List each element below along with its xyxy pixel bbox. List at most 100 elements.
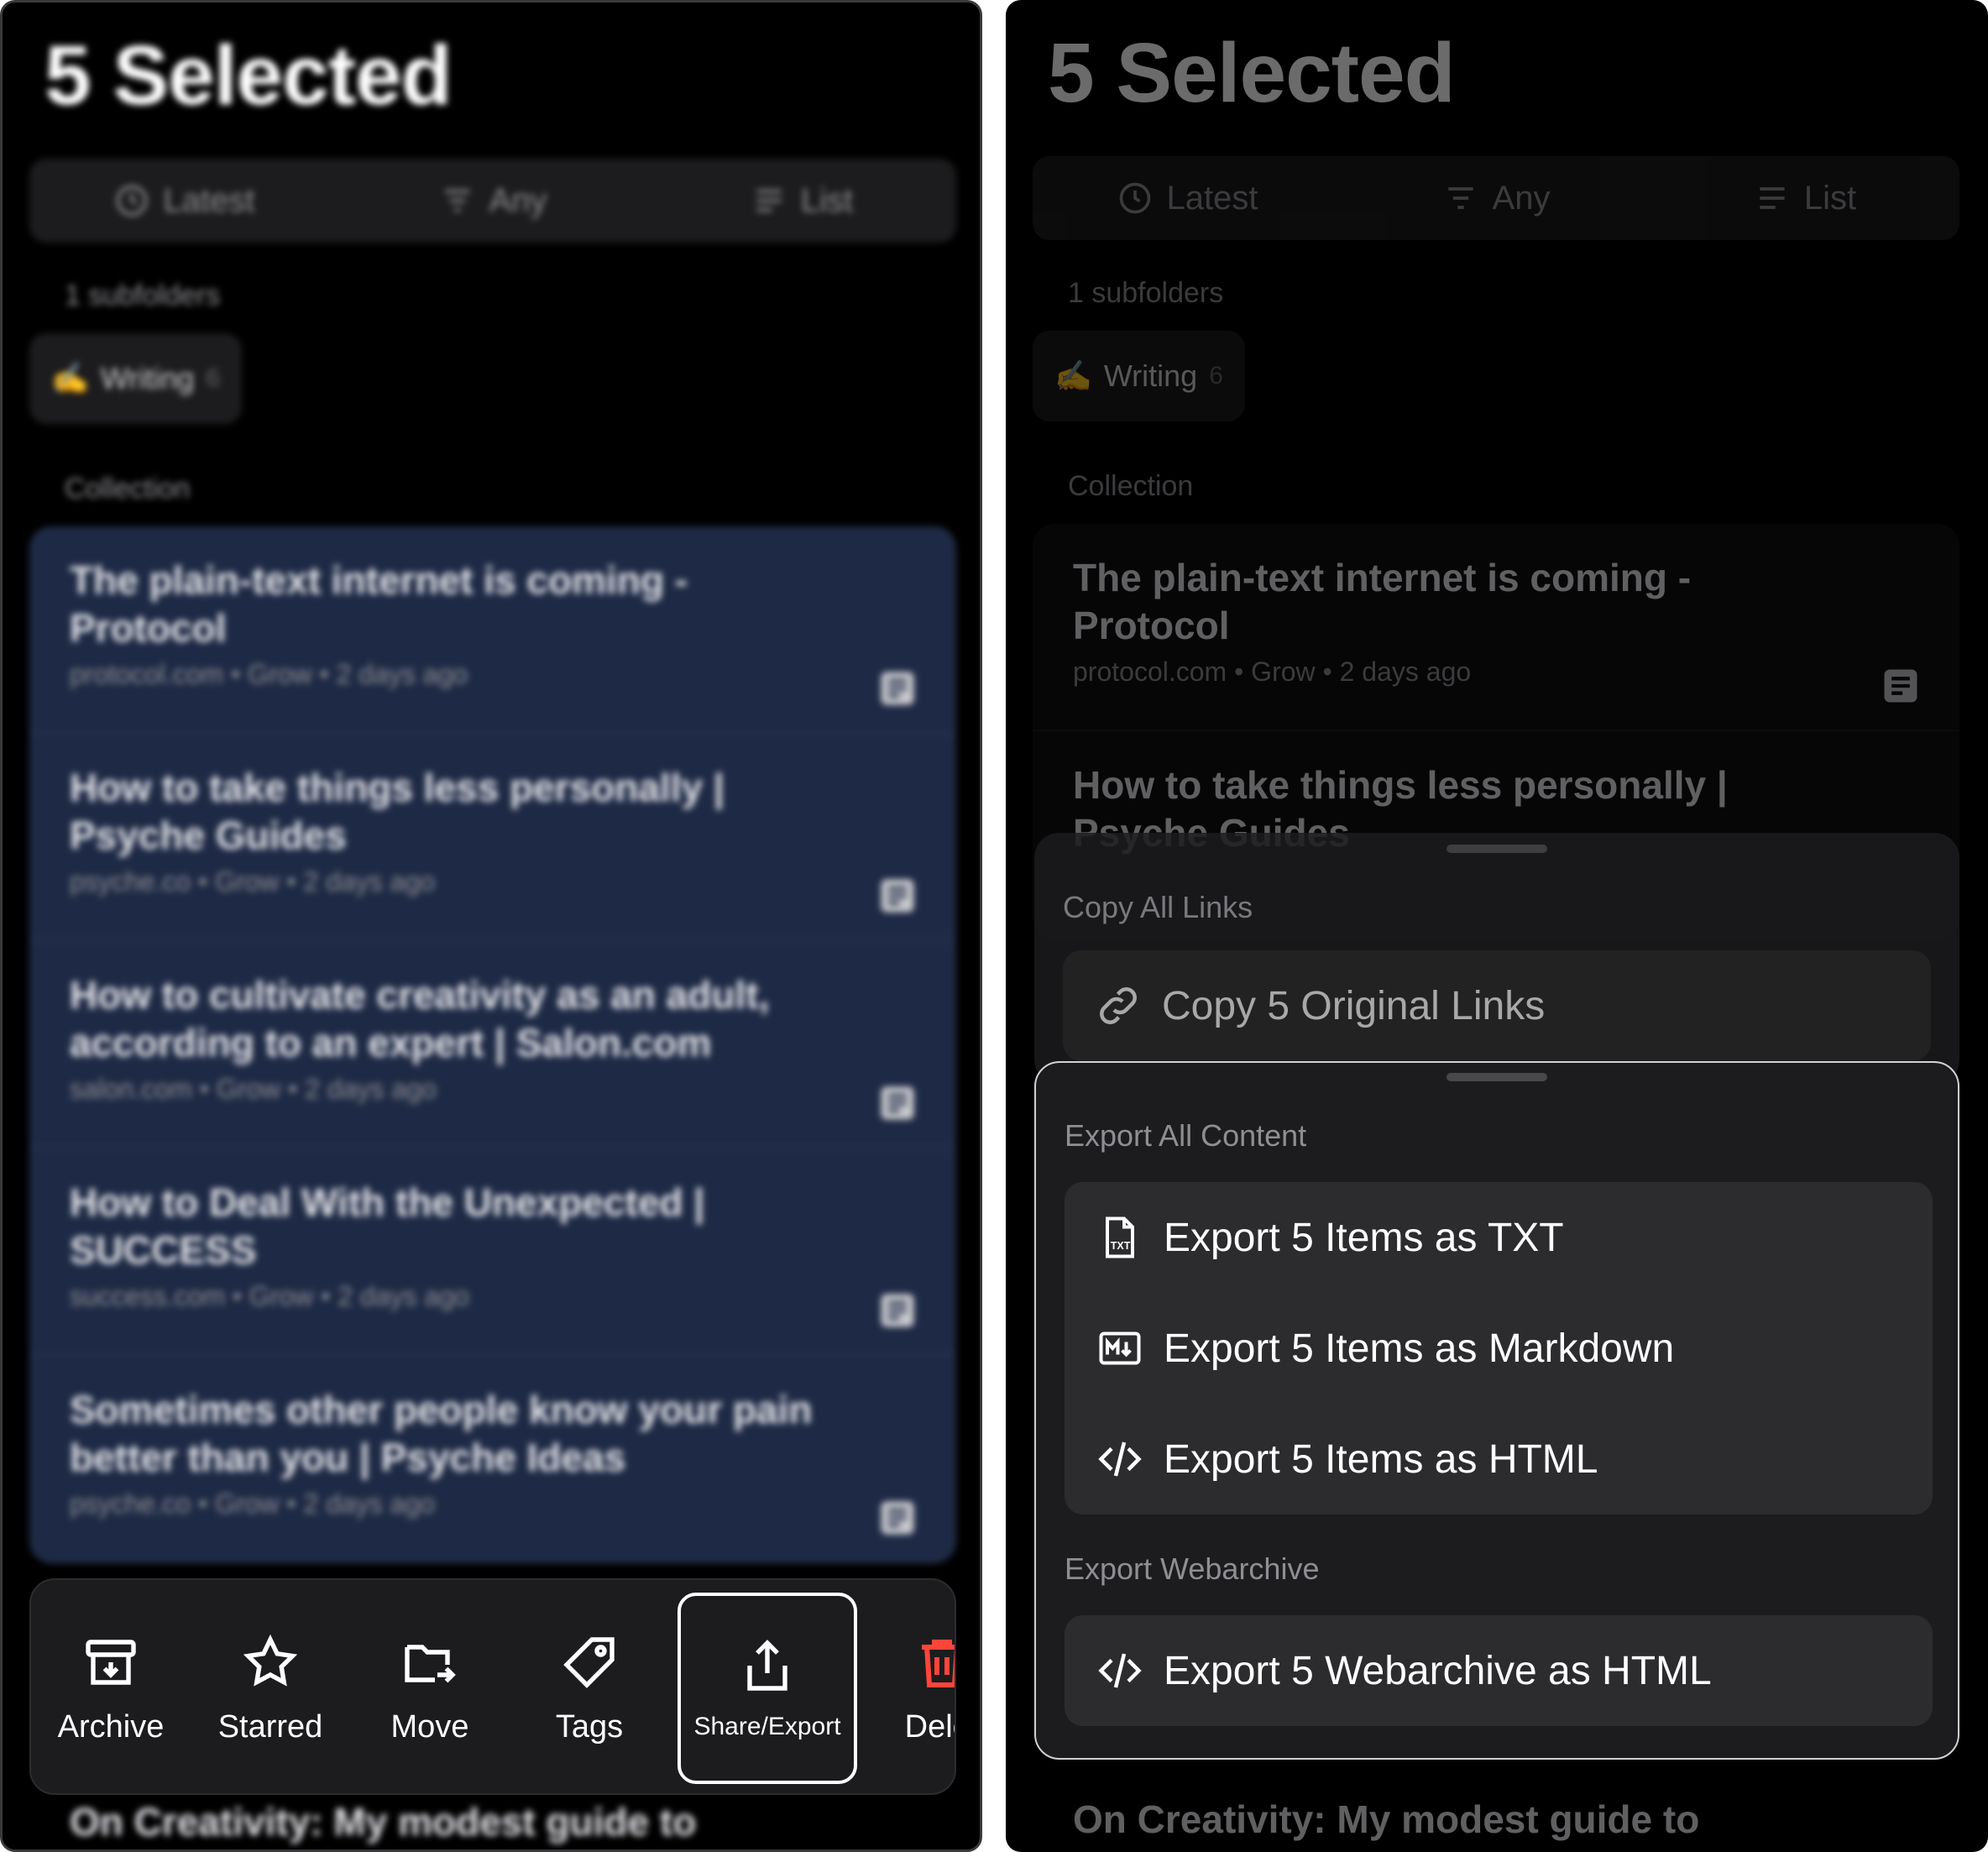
trash-icon: [922, 1639, 955, 1687]
txt-file-icon: TXT: [1106, 1216, 1134, 1258]
segment-label: Latest: [163, 181, 255, 219]
move-label: Move: [390, 1708, 469, 1745]
writing-hand-icon: ✍️: [1054, 358, 1092, 393]
item-title: The plain-text internet is coming - Prot…: [1073, 556, 1692, 647]
item-meta: protocol.com • Grow • 2 days ago: [70, 659, 468, 689]
list-icon: [1760, 187, 1785, 209]
article-icon: [881, 879, 914, 913]
copy-option-label: Copy 5 Original Links: [1162, 983, 1546, 1028]
item-meta: psyche.co • Grow • 2 days ago: [70, 866, 436, 897]
svg-text:TXT: TXT: [1111, 1240, 1131, 1252]
sort-segmented-control: Latest Any List: [29, 159, 956, 243]
segment-list[interactable]: List: [1651, 156, 1959, 240]
segment-label: List: [1803, 179, 1857, 217]
segment-label: Any: [489, 181, 547, 219]
folder-chip-writing[interactable]: ✍️ Writing 6: [29, 333, 242, 424]
list-item[interactable]: How to cultivate creativity as an adult,…: [29, 941, 956, 1148]
next-item-title: On Creativity: My modest guide to: [70, 1800, 697, 1844]
move-button[interactable]: Move: [350, 1580, 510, 1793]
export-sheet: Export All Content TXT Export 5 Items as…: [1034, 1061, 1959, 1760]
share-export-label: Share/Export: [693, 1713, 841, 1740]
export-html-option[interactable]: Export 5 Items as HTML: [1065, 1404, 1933, 1515]
left-screen: 5 Selected Latest Any List 1 subfolders …: [0, 0, 982, 1852]
share-icon: [747, 1640, 787, 1691]
copy-links-group: Copy 5 Original Links: [1063, 950, 1931, 1061]
page-title: 5 Selected: [44, 29, 453, 123]
article-icon: [1884, 669, 1917, 703]
right-screen: 5 Selected Latest Any List 1 subfolders …: [1006, 0, 1988, 1852]
item-meta: success.com • Grow • 2 days ago: [70, 1281, 469, 1311]
article-icon: [881, 1086, 914, 1120]
segment-latest[interactable]: Latest: [1033, 156, 1342, 240]
segment-any[interactable]: Any: [338, 159, 647, 243]
share-export-button[interactable]: Share/Export: [677, 1593, 857, 1784]
code-icon: [1098, 1441, 1142, 1477]
subfolders-label: 1 subfolders: [65, 280, 221, 311]
code-icon: [1098, 1653, 1142, 1688]
filter-icon: [1447, 187, 1473, 209]
article-list: The plain-text internet is coming - Prot…: [29, 526, 956, 1563]
list-item[interactable]: How to take things less personally | Psy…: [29, 734, 956, 941]
folder-count: 6: [206, 364, 220, 392]
delete-button[interactable]: Delet: [862, 1580, 955, 1793]
export-webarchive-html-option[interactable]: Export 5 Webarchive as HTML: [1065, 1615, 1933, 1726]
starred-label: Starred: [217, 1708, 323, 1745]
export-webarchive-group: Export 5 Webarchive as HTML: [1065, 1615, 1933, 1726]
export-txt-option[interactable]: TXT Export 5 Items as TXT: [1065, 1182, 1933, 1293]
archive-label: Archive: [57, 1708, 165, 1745]
article-icon: [881, 1294, 914, 1327]
item-title: How to cultivate creativity as an adult,…: [70, 973, 770, 1065]
item-meta: protocol.com • Grow • 2 days ago: [1073, 657, 1472, 687]
article-icon: [881, 1501, 914, 1535]
folder-name: Writing: [100, 361, 195, 395]
item-title: How to take things less personally | Psy…: [70, 766, 725, 857]
segment-any[interactable]: Any: [1342, 156, 1651, 240]
export-webarchive-label: Export Webarchive: [1065, 1551, 1320, 1586]
export-content-label: Export All Content: [1065, 1118, 1307, 1153]
delete-label: Delet: [904, 1708, 955, 1745]
segment-label: List: [800, 181, 854, 219]
folder-chip-writing[interactable]: ✍️ Writing 6: [1033, 331, 1245, 421]
segment-label: Latest: [1166, 179, 1258, 217]
bulk-action-toolbar: Archive Starred Move Tags Share/Export D…: [29, 1578, 956, 1795]
clock-icon: [1119, 182, 1150, 214]
item-title: The plain-text internet is coming - Prot…: [70, 558, 688, 650]
article-icon: [881, 672, 914, 705]
subfolders-label: 1 subfolders: [1068, 277, 1224, 309]
copy-original-links-option[interactable]: Copy 5 Original Links: [1063, 950, 1931, 1061]
markdown-icon: [1099, 1331, 1141, 1365]
clock-icon: [116, 185, 147, 217]
export-markdown-option[interactable]: Export 5 Items as Markdown: [1065, 1293, 1933, 1404]
tags-label: Tags: [555, 1708, 624, 1745]
folder-count: 6: [1209, 362, 1223, 390]
export-option-label: Export 5 Webarchive as HTML: [1164, 1648, 1712, 1693]
export-option-label: Export 5 Items as Markdown: [1164, 1326, 1675, 1371]
list-item[interactable]: The plain-text internet is coming - Prot…: [1033, 524, 1959, 731]
tag-icon: [563, 1636, 615, 1688]
next-item-title: On Creativity: My modest guide to: [1073, 1797, 1700, 1841]
export-content-group: TXT Export 5 Items as TXT Export 5 Items…: [1065, 1182, 1933, 1515]
archive-button[interactable]: Archive: [31, 1580, 191, 1793]
list-item[interactable]: How to Deal With the Unexpected | SUCCES…: [29, 1148, 956, 1356]
export-option-label: Export 5 Items as HTML: [1164, 1436, 1598, 1482]
list-icon: [756, 190, 782, 212]
sheet-grabber[interactable]: [1447, 1073, 1547, 1081]
segment-latest[interactable]: Latest: [29, 159, 338, 243]
tags-button[interactable]: Tags: [510, 1580, 669, 1793]
item-title: How to Deal With the Unexpected | SUCCES…: [70, 1180, 705, 1272]
folder-move-icon: [405, 1644, 456, 1682]
copy-links-label: Copy All Links: [1063, 890, 1253, 924]
page-title: 5 Selected: [1048, 26, 1456, 120]
list-item[interactable]: The plain-text internet is coming - Prot…: [29, 526, 956, 734]
archive-icon: [86, 1639, 136, 1685]
segment-list[interactable]: List: [647, 159, 956, 243]
star-icon: [243, 1634, 298, 1687]
sort-segmented-control: Latest Any List: [1033, 156, 1959, 240]
collection-label: Collection: [1068, 470, 1194, 502]
list-item[interactable]: Sometimes other people know your pain be…: [29, 1356, 956, 1563]
copy-links-sheet: Copy All Links Copy 5 Original Links: [1034, 833, 1959, 1085]
collection-label: Collection: [65, 473, 191, 505]
starred-button[interactable]: Starred: [191, 1580, 350, 1793]
item-meta: salon.com • Grow • 2 days ago: [70, 1074, 437, 1104]
sheet-grabber[interactable]: [1447, 845, 1547, 853]
